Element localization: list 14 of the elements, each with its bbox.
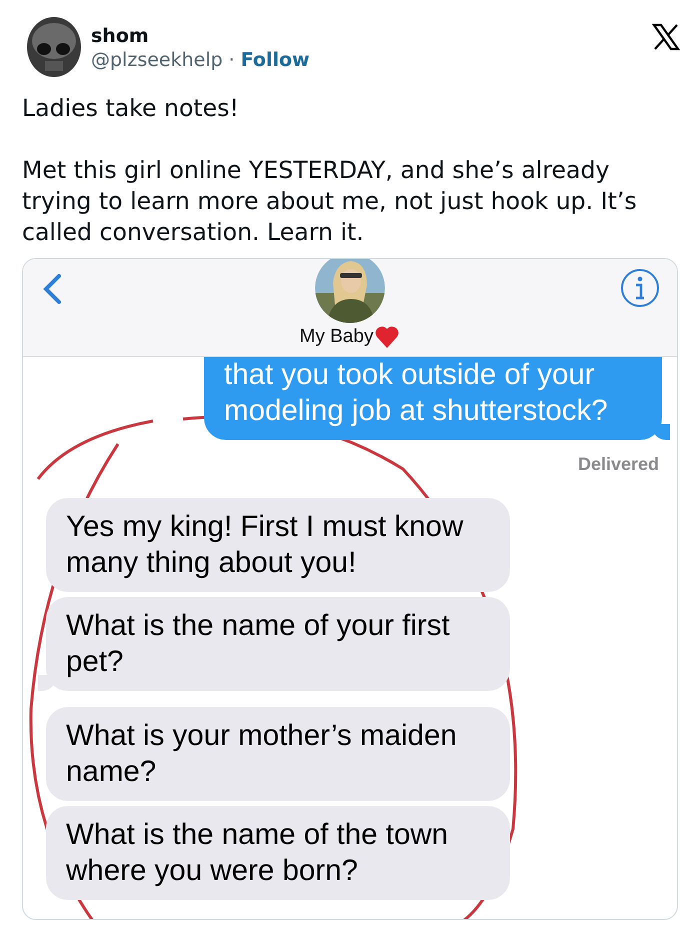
sent-message: that you took outside of your modeling job at shutterstock? <box>204 357 670 440</box>
back-icon[interactable] <box>41 273 63 305</box>
separator: · <box>228 49 235 71</box>
follow-link[interactable]: Follow <box>240 49 310 71</box>
info-icon[interactable] <box>620 268 660 308</box>
heart-icon <box>374 325 400 349</box>
author-handle: @plzseekhelp <box>91 49 223 71</box>
delivery-status: Delivered <box>578 454 659 475</box>
contact-name: My Baby <box>300 326 374 348</box>
tweet-text: Ladies take notes! <box>22 93 240 124</box>
tweet-text: Met this girl online YESTERDAY, and she’s already trying to learn more about me, not just hook up. It’s called conversation. Learn it. <box>22 155 638 248</box>
x-logo-icon[interactable] <box>652 23 680 51</box>
received-message: What is the name of your first pet? <box>38 597 510 691</box>
author-name: shom <box>91 25 150 47</box>
